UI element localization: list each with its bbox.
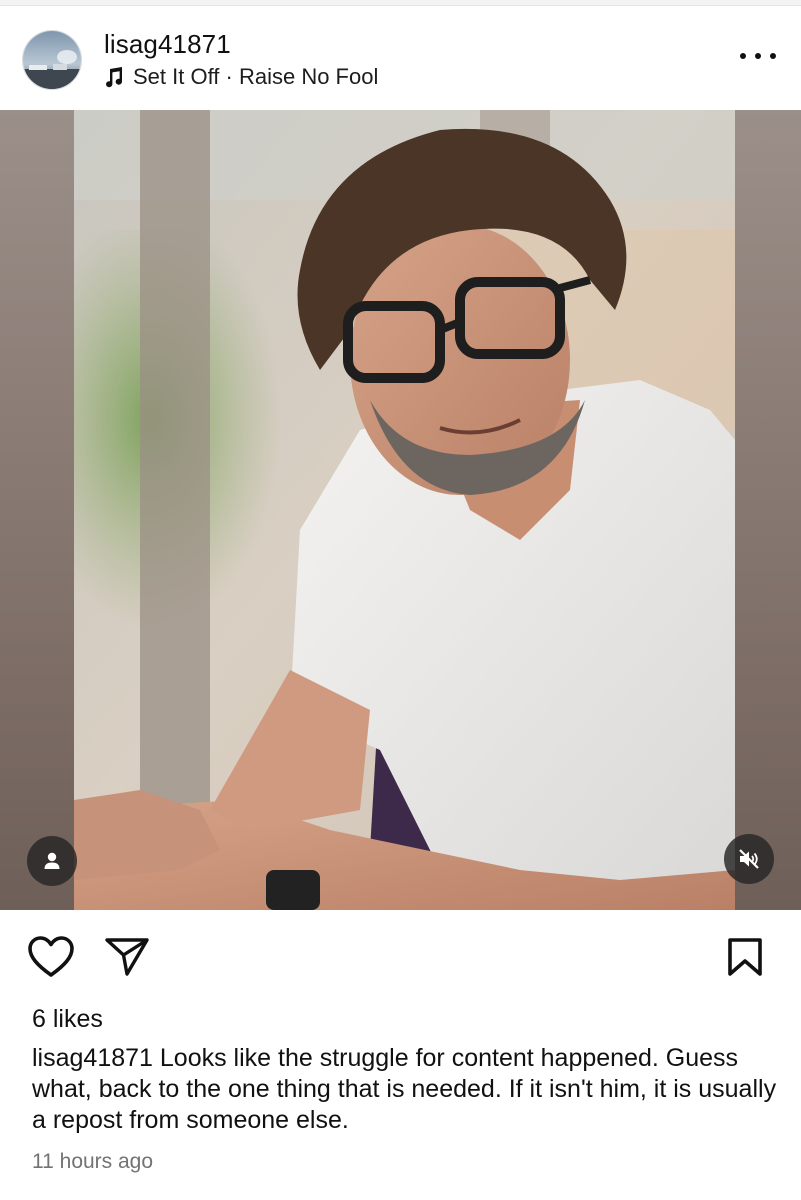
post-caption: lisag41871 Looks like the struggle for c… [32,1043,782,1136]
audio-track-label: Set It Off · Raise No Fool [133,64,379,89]
user-tag-icon [44,852,60,869]
like-button[interactable] [27,935,75,984]
more-options-icon[interactable] [740,44,776,68]
post-photo[interactable] [0,110,801,910]
avatar[interactable] [22,30,82,90]
bookmark-icon [728,938,762,976]
post-actions-bar [0,910,801,1002]
post-timestamp: 11 hours ago [32,1150,154,1173]
share-button[interactable] [104,937,150,982]
save-button[interactable] [727,937,763,982]
audio-attribution[interactable]: Set It Off · Raise No Fool [104,64,378,90]
muted-speaker-icon [739,849,759,869]
mute-toggle-button[interactable] [724,834,774,884]
music-note-icon [106,67,123,88]
post-header: lisag41871 Set It Off · Raise No Fool [0,6,801,110]
like-count[interactable]: 6 likes [32,1005,103,1034]
tagged-users-button[interactable] [27,836,77,886]
portrait-photo [74,110,735,910]
heart-icon [28,936,74,977]
caption-username[interactable]: lisag41871 [32,1044,153,1072]
paper-plane-icon [105,938,149,976]
post-username[interactable]: lisag41871 [104,29,231,60]
